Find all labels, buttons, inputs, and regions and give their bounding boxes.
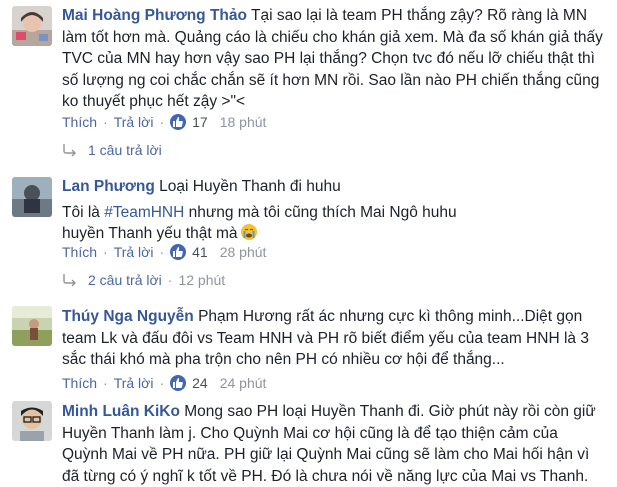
- like-button[interactable]: Thích: [62, 114, 97, 130]
- thumbs-up-icon: [170, 114, 187, 130]
- like-count[interactable]: 41: [192, 244, 208, 260]
- comment-actions: Thích · Trả lời · 17 18 phút: [62, 114, 267, 130]
- reply-button[interactable]: Trả lời: [114, 375, 154, 391]
- comment-body: Minh Luân KiKo Mong sao PH loại Huyền Th…: [62, 401, 607, 487]
- crying-face-icon: [240, 224, 257, 240]
- replies-timestamp: 12 phút: [178, 272, 226, 288]
- timestamp[interactable]: 18 phút: [220, 114, 267, 130]
- like-button[interactable]: Thích: [62, 375, 97, 391]
- comment-body: Lan Phương Loại Huyền Thanh đi huhu Tôi …: [62, 176, 607, 245]
- avatar[interactable]: [12, 401, 52, 441]
- avatar[interactable]: [12, 6, 52, 46]
- like-button[interactable]: Thích: [62, 244, 97, 260]
- replies-count-label[interactable]: 2 câu trả lời: [88, 272, 162, 288]
- view-replies-link[interactable]: 1 câu trả lời: [62, 142, 162, 158]
- comment-actions: Thích · Trả lời · 41 28 phút: [62, 244, 267, 260]
- reply-arrow-icon: [63, 144, 76, 157]
- hashtag-link[interactable]: #TeamHNH: [104, 204, 184, 221]
- reply-arrow-icon: [63, 274, 76, 287]
- thumbs-up-icon: [170, 375, 187, 391]
- comment-text: nhưng mà tôi cũng thích Mai Ngô huhu: [184, 203, 457, 221]
- view-replies-link[interactable]: 2 câu trả lời · 12 phút: [62, 272, 225, 288]
- timestamp[interactable]: 24 phút: [220, 375, 267, 391]
- comment-actions: Thích · Trả lời · 24 24 phút: [62, 375, 267, 391]
- comment-text: Tôi là: [62, 203, 105, 221]
- comment-text: Loại Huyền Thanh đi huhu: [159, 178, 341, 195]
- thumbs-up-icon: [170, 244, 187, 260]
- timestamp[interactable]: 28 phút: [220, 244, 267, 260]
- reply-button[interactable]: Trả lời: [114, 244, 154, 260]
- commenter-name[interactable]: Lan Phương: [62, 178, 155, 195]
- replies-count-label[interactable]: 1 câu trả lời: [88, 142, 162, 158]
- avatar[interactable]: [12, 306, 52, 346]
- commenter-name[interactable]: Mai Hoàng Phương Thảo: [62, 7, 247, 24]
- commenter-name[interactable]: Thúy Nga Nguyễn: [62, 308, 194, 325]
- comment-text: huyền Thanh yếu thật mà: [62, 225, 238, 242]
- comment-body: Mai Hoàng Phương Thảo Tại sao lại là tea…: [62, 5, 607, 113]
- like-count[interactable]: 24: [192, 375, 208, 391]
- like-count[interactable]: 17: [192, 114, 208, 130]
- commenter-name[interactable]: Minh Luân KiKo: [62, 403, 180, 420]
- reply-button[interactable]: Trả lời: [114, 114, 154, 130]
- comment-body: Thúy Nga Nguyễn Phạm Hương rất ác nhưng …: [62, 306, 607, 371]
- avatar[interactable]: [12, 177, 52, 217]
